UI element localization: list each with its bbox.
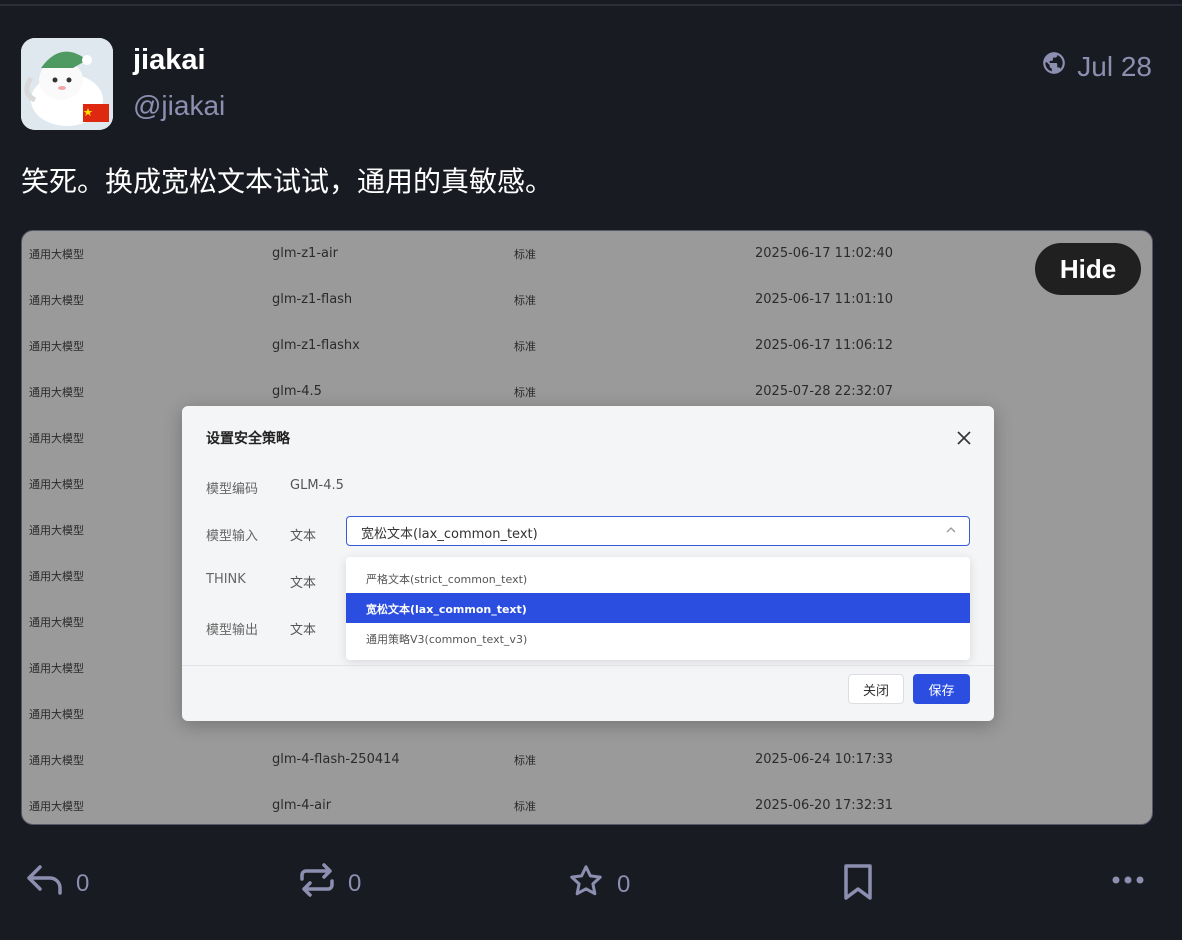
policy-select[interactable]: 宽松文本(lax_common_text) (346, 516, 970, 546)
more-button[interactable] (1110, 863, 1146, 904)
dialog-divider (182, 665, 994, 666)
avatar[interactable] (21, 38, 113, 130)
post-actions: 0 0 0 (0, 855, 1182, 915)
bookmark-icon (842, 863, 874, 908)
model-input-label: 模型输入 (206, 529, 259, 544)
chevron-up-icon (945, 524, 957, 540)
favourite-button[interactable]: 0 (567, 863, 630, 906)
post-date[interactable]: Jul 28 (1077, 51, 1152, 83)
globe-icon (1041, 50, 1067, 83)
policy-select-value: 宽松文本(lax_common_text) (361, 527, 538, 542)
dropdown-option[interactable]: 通用策略V3(common_text_v3) (346, 623, 970, 653)
dropdown-option[interactable]: 严格文本(strict_common_text) (346, 563, 970, 593)
table-row: 通用大模型 glm-4-air 标准 2025-06-20 17:32:31 (29, 798, 894, 813)
model-input-type: 文本 (290, 529, 317, 544)
boost-icon (298, 863, 336, 904)
post-text: 笑死。换成宽松文本试试，通用的真敏感。 (21, 165, 554, 198)
dropdown-option-selected[interactable]: 宽松文本(lax_common_text) (346, 593, 970, 623)
table-row: 通用大模型 glm-4-flash-250414 标准 2025-06-24 10:1… (29, 752, 894, 767)
close-button[interactable]: 关闭 (848, 674, 904, 704)
table-row: 通用大模型 glm-z1-air 标准 2025-06-17 11:02:40 (29, 246, 894, 261)
hide-media-button[interactable]: Hide (1035, 243, 1141, 295)
more-icon (1110, 863, 1146, 904)
table-row: 通用大模型 glm-z1-flash 标准 2025-06-17 11:01:10 (29, 292, 894, 307)
post-meta: Jul 28 (1041, 50, 1152, 83)
model-output-type: 文本 (290, 623, 317, 638)
media-attachment[interactable]: 通用大模型 glm-z1-air 标准 2025-06-17 11:02:40 通用大… (21, 230, 1153, 825)
star-icon (567, 863, 605, 906)
save-button[interactable]: 保存 (913, 674, 970, 704)
reply-icon (26, 863, 64, 904)
security-policy-dialog: 设置安全策略 模型编码 GLM-4.5 模型输入 文本 宽松文本(lax_com… (182, 406, 994, 721)
close-icon[interactable] (952, 426, 976, 450)
reply-count: 0 (76, 869, 90, 897)
avatar-image (21, 38, 113, 130)
dialog-title: 设置安全策略 (206, 431, 290, 447)
favourite-count: 0 (617, 870, 631, 898)
model-output-label: 模型输出 (206, 623, 259, 638)
model-code-label: 模型编码 (206, 482, 259, 497)
bookmark-button[interactable] (842, 863, 874, 908)
boost-count: 0 (348, 869, 362, 897)
model-code-value: GLM-4.5 (290, 478, 344, 493)
policy-dropdown: 严格文本(strict_common_text) 宽松文本(lax_common… (346, 557, 970, 660)
display-name[interactable]: jiakai (133, 44, 206, 77)
table-row: 通用大模型 glm-z1-flashx 标准 2025-06-17 11:06:12 (29, 338, 894, 353)
think-type: 文本 (290, 576, 317, 591)
boost-button[interactable]: 0 (298, 863, 361, 904)
user-handle[interactable]: @jiakai (133, 90, 225, 122)
top-divider (0, 4, 1182, 6)
reply-button[interactable]: 0 (26, 863, 89, 904)
think-label: THINK (206, 572, 246, 587)
